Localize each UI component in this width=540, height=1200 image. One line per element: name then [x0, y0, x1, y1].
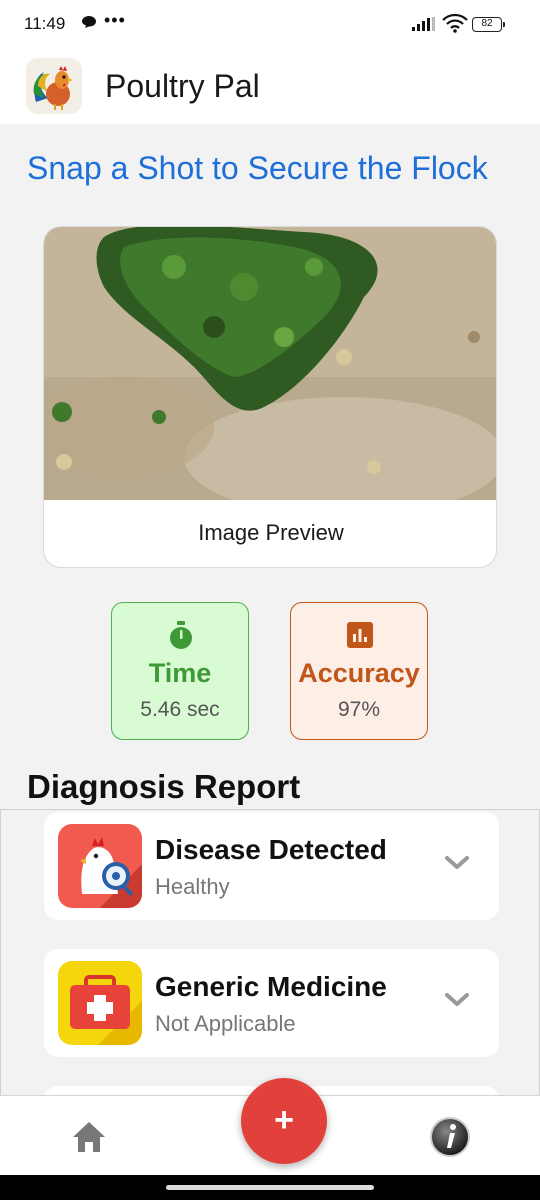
- add-photo-button[interactable]: +: [241, 1078, 327, 1164]
- time-value: 5.46 sec: [140, 698, 220, 721]
- time-stat-card: Time 5.46 sec: [111, 602, 249, 740]
- stopwatch-icon: [170, 621, 192, 649]
- report-item-title: Generic Medicine: [155, 971, 387, 1002]
- status-time: 11:49: [24, 14, 66, 33]
- chevron-down-icon[interactable]: [444, 991, 470, 1009]
- accuracy-value: 97%: [337, 698, 381, 721]
- app-title: Poultry Pal: [105, 68, 260, 104]
- bar-chart-icon: [347, 622, 373, 648]
- app-header: Poultry Pal: [0, 50, 540, 124]
- chat-bubble-icon: [82, 16, 96, 28]
- time-label: Time: [148, 658, 212, 688]
- home-icon[interactable]: [71, 1120, 107, 1154]
- status-bar: 11:49 ••• 82: [0, 0, 540, 50]
- report-list[interactable]: Disease Detected Healthy Generic Medicin…: [0, 809, 540, 1095]
- report-item-disease[interactable]: Disease Detected Healthy: [44, 812, 499, 920]
- diagnosis-report-title: Diagnosis Report: [27, 768, 301, 805]
- battery-icon: 82: [472, 17, 505, 32]
- page-headline: Snap a Shot to Secure the Flock: [27, 150, 488, 186]
- report-item-medicine[interactable]: Generic Medicine Not Applicable: [44, 949, 499, 1057]
- medical-kit-icon: [58, 961, 142, 1045]
- status-more-dots: •••: [104, 10, 126, 30]
- home-indicator[interactable]: [166, 1185, 374, 1190]
- preview-image: [44, 227, 496, 500]
- preview-label: Image Preview: [198, 520, 344, 545]
- chevron-down-icon[interactable]: [444, 854, 470, 872]
- report-item-subtitle: Healthy: [155, 874, 230, 899]
- accuracy-label: Accuracy: [298, 658, 420, 688]
- rooster-logo-icon: [26, 58, 82, 114]
- info-icon[interactable]: [429, 1116, 471, 1158]
- image-preview-card[interactable]: Image Preview: [43, 226, 497, 568]
- sick-chicken-icon: [58, 824, 142, 908]
- accuracy-stat-card: Accuracy 97%: [290, 602, 428, 740]
- signal-icon: [412, 17, 435, 31]
- wifi-icon: [442, 14, 468, 33]
- system-gesture-bar: [0, 1175, 540, 1200]
- report-item-subtitle: Not Applicable: [155, 1011, 296, 1036]
- report-item-title: Disease Detected: [155, 834, 387, 865]
